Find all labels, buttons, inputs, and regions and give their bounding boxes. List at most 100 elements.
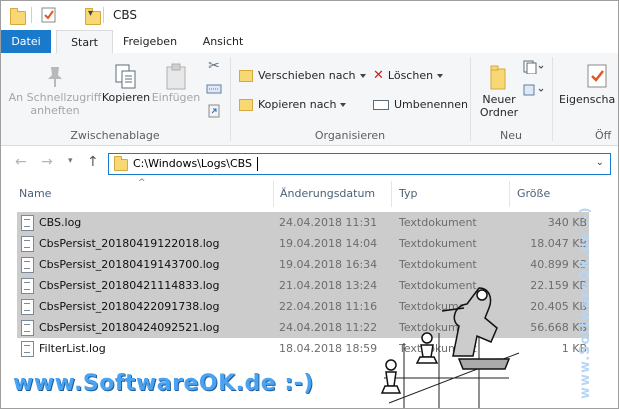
- column-divider[interactable]: [509, 181, 510, 207]
- column-name[interactable]: Name: [19, 187, 51, 200]
- watermark-bottom: www.SoftwareOK.de :-): [13, 371, 314, 396]
- back-arrow-icon[interactable]: ←: [15, 154, 27, 170]
- table-row[interactable]: CbsPersist_20180419122018.log 19.04.2018…: [17, 233, 589, 254]
- properties-icon: [559, 63, 618, 93]
- column-divider[interactable]: [391, 181, 392, 207]
- file-name: CbsPersist_20180422091738.log: [39, 300, 220, 313]
- copy-path-button[interactable]: [205, 83, 223, 98]
- open-group: Eigenscha Öff: [553, 53, 618, 145]
- file-name: FilterList.log: [39, 342, 106, 355]
- paste-shortcut-icon: [208, 104, 220, 118]
- file-date: 22.04.2018 11:16: [279, 300, 378, 313]
- file-date: 24.04.2018 11:31: [279, 216, 378, 229]
- text-document-icon: [21, 299, 34, 315]
- file-date: 19.04.2018 14:04: [279, 237, 378, 250]
- text-cursor: [257, 157, 258, 171]
- divider: [31, 7, 32, 23]
- tab-start[interactable]: Start: [56, 30, 113, 55]
- column-size[interactable]: Größe: [517, 187, 550, 200]
- address-bar[interactable]: C:\Windows\Logs\CBS ⌄: [108, 153, 611, 175]
- pin-label-1: An Schnellzugriff: [8, 91, 102, 104]
- copy-to-label: Kopieren nach: [258, 98, 337, 111]
- move-to-button[interactable]: Verschieben nach: [239, 66, 366, 86]
- table-row[interactable]: CBS.log 24.04.2018 11:31 Textdokument 34…: [17, 212, 589, 233]
- file-name: CBS.log: [39, 216, 82, 229]
- easy-access-button[interactable]: [521, 83, 547, 100]
- tab-ansicht[interactable]: Ansicht: [193, 30, 253, 53]
- file-type: Textdokument: [399, 258, 477, 271]
- properties-label: Eigenscha: [559, 93, 616, 106]
- delete-button[interactable]: ✕ Löschen: [373, 66, 444, 86]
- chess-illustration: [380, 287, 520, 408]
- properties-check-icon[interactable]: [41, 7, 57, 25]
- delete-icon: ✕: [373, 68, 384, 83]
- navigation-bar: ← → ▾ ↑ C:\Windows\Logs\CBS ⌄: [1, 146, 618, 180]
- copy-button[interactable]: Kopieren: [101, 63, 151, 104]
- pin-icon: [5, 63, 105, 91]
- file-date: 19.04.2018 16:34: [279, 258, 378, 271]
- new-folder-button[interactable]: Neuer Ordner: [475, 63, 523, 119]
- column-date[interactable]: Änderungsdatum: [280, 187, 375, 200]
- delete-label: Löschen: [387, 69, 434, 82]
- rename-button[interactable]: Umbenennen: [373, 95, 468, 115]
- clipboard-group: An Schnellzugriff anheften Kopieren Einf…: [1, 53, 229, 145]
- up-arrow-icon[interactable]: ↑: [87, 154, 99, 170]
- copy-label: Kopieren: [101, 91, 151, 104]
- properties-button[interactable]: Eigenscha: [559, 63, 618, 106]
- file-name: CbsPersist_20180419122018.log: [39, 237, 220, 250]
- paste-shortcut-button[interactable]: [205, 103, 223, 122]
- new-item-icon: [523, 60, 544, 75]
- new-folder-label-1: Neuer: [482, 93, 516, 106]
- easy-access-icon: [523, 84, 544, 96]
- file-date: 21.04.2018 13:24: [279, 279, 378, 292]
- text-document-icon: [21, 257, 34, 273]
- chevron-down-icon[interactable]: ⌄: [596, 157, 604, 168]
- chevron-down-icon: [437, 74, 444, 78]
- new-folder-icon: [475, 63, 523, 93]
- copy-icon: [101, 63, 151, 91]
- column-divider[interactable]: [273, 181, 274, 207]
- forward-arrow-icon[interactable]: →: [41, 154, 53, 170]
- pin-label-2: anheften: [30, 104, 80, 117]
- file-name: CbsPersist_20180421114833.log: [39, 279, 220, 292]
- tab-freigeben[interactable]: Freigeben: [114, 30, 186, 53]
- organize-group-label: Organisieren: [314, 129, 386, 142]
- file-date: 18.04.2018 18:59: [279, 342, 378, 355]
- open-group-label: Öff: [595, 129, 612, 142]
- file-type: Textdokument: [399, 237, 477, 250]
- new-group: Neuer Ordner Neu: [471, 53, 551, 145]
- window-title: CBS: [113, 8, 138, 22]
- file-date: 24.04.2018 11:22: [279, 321, 378, 334]
- chevron-down-icon: [340, 103, 347, 107]
- divider: [103, 7, 104, 23]
- address-path[interactable]: C:\Windows\Logs\CBS: [133, 157, 252, 170]
- rename-icon: [373, 100, 389, 110]
- folder-icon: [10, 8, 26, 25]
- file-name: CbsPersist_20180424092521.log: [39, 321, 220, 334]
- new-group-label: Neu: [500, 129, 522, 142]
- rename-label: Umbenennen: [394, 98, 468, 111]
- move-to-label: Verschieben nach: [258, 69, 356, 82]
- column-header: ^ Name Änderungsdatum Typ Größe: [1, 178, 618, 207]
- clipboard-group-label: Zwischenablage: [70, 129, 160, 142]
- customize-quick-access-icon[interactable]: ▾: [88, 8, 93, 26]
- text-document-icon: [21, 341, 34, 357]
- paste-label: Einfügen: [151, 91, 201, 104]
- copy-to-icon: [239, 99, 253, 111]
- explorer-window: ▾ CBS Datei Start Freigeben Ansicht An S…: [0, 0, 619, 409]
- table-row[interactable]: CbsPersist_20180419143700.log 19.04.2018…: [17, 254, 589, 275]
- copy-to-button[interactable]: Kopieren nach: [239, 95, 347, 115]
- paste-button[interactable]: Einfügen: [151, 63, 201, 104]
- new-item-button[interactable]: [521, 60, 547, 77]
- copy-path-icon: [206, 84, 222, 94]
- column-type[interactable]: Typ: [399, 187, 418, 200]
- tab-datei[interactable]: Datei: [1, 30, 51, 53]
- new-folder-label-2: Ordner: [479, 106, 519, 119]
- move-to-icon: [239, 70, 253, 82]
- pin-quick-access-button[interactable]: An Schnellzugriff anheften: [5, 63, 105, 117]
- watermark-side: www.SoftwareOK.de :-): [578, 206, 593, 399]
- recent-dropdown-icon[interactable]: ▾: [68, 156, 73, 166]
- chevron-down-icon: [359, 74, 366, 78]
- cut-button[interactable]: ✂: [205, 58, 223, 74]
- cut-icon: ✂: [208, 58, 220, 74]
